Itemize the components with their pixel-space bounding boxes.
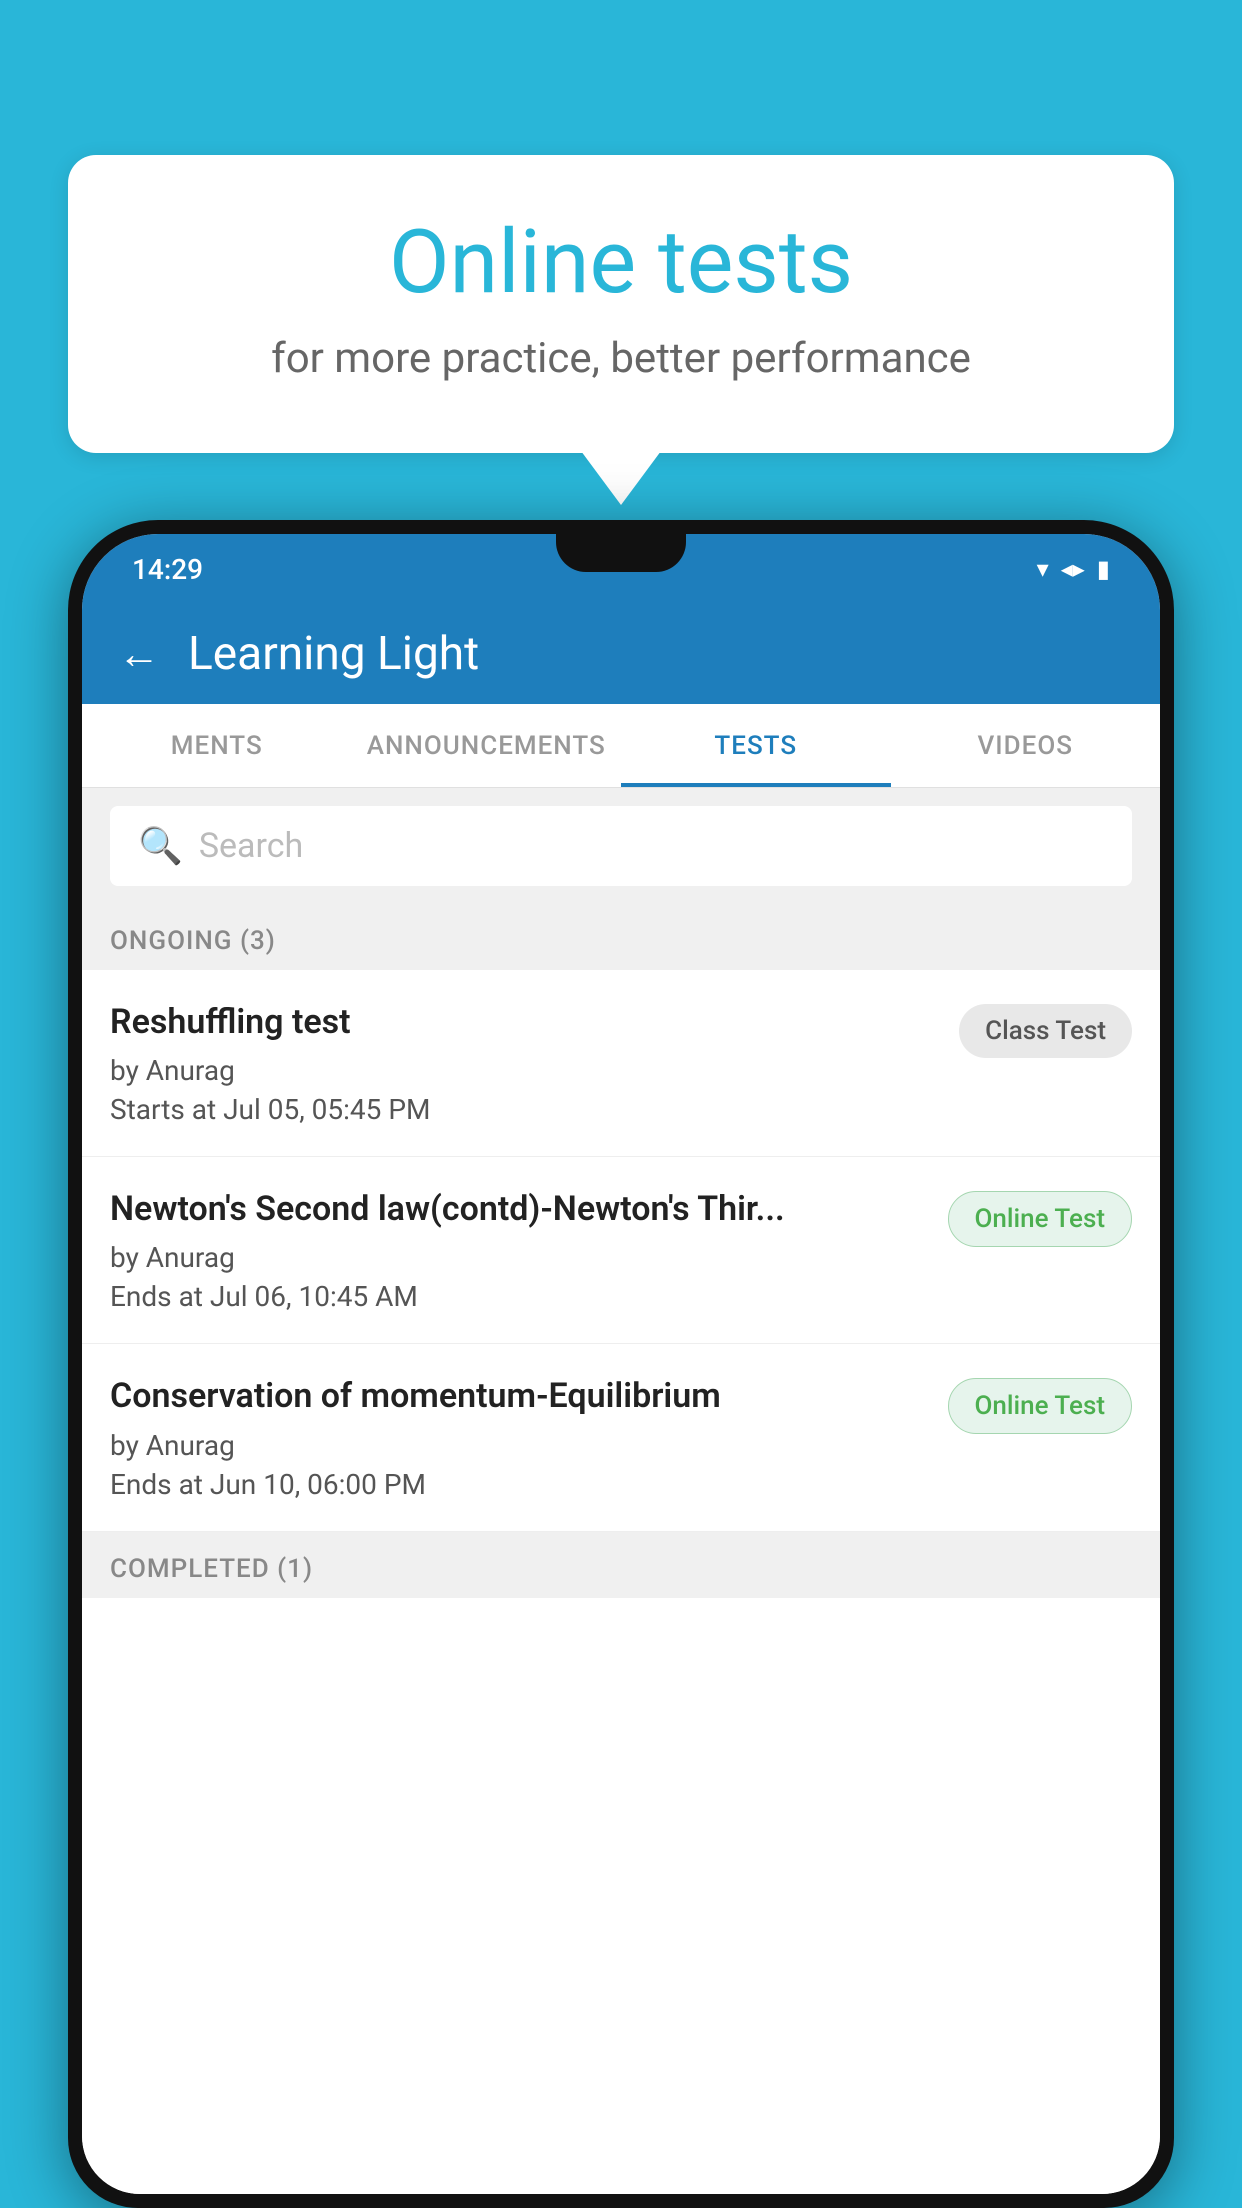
- test-time-1: Starts at Jul 05, 05:45 PM: [110, 1093, 943, 1126]
- app-bar: ← Learning Light: [82, 604, 1160, 704]
- app-title: Learning Light: [188, 627, 479, 681]
- test-info-1: Reshuffling test by Anurag Starts at Jul…: [110, 1000, 943, 1126]
- test-name-3: Conservation of momentum-Equilibrium: [110, 1374, 932, 1418]
- test-info-2: Newton's Second law(contd)-Newton's Thir…: [110, 1187, 932, 1313]
- test-time-2: Ends at Jul 06, 10:45 AM: [110, 1280, 932, 1313]
- tab-announcements[interactable]: ANNOUNCEMENTS: [352, 704, 622, 787]
- notch: [556, 534, 686, 572]
- ongoing-section-header: ONGOING (3): [82, 904, 1160, 970]
- bubble-title: Online tests: [128, 215, 1114, 312]
- speech-bubble: Online tests for more practice, better p…: [68, 155, 1174, 453]
- wifi-icon: ▾: [1037, 555, 1049, 583]
- test-info-3: Conservation of momentum-Equilibrium by …: [110, 1374, 932, 1500]
- back-button[interactable]: ←: [118, 630, 160, 679]
- search-input[interactable]: Search: [199, 826, 303, 866]
- test-list: Reshuffling test by Anurag Starts at Jul…: [82, 970, 1160, 2194]
- completed-section-header: COMPLETED (1): [82, 1532, 1160, 1598]
- test-name-1: Reshuffling test: [110, 1000, 943, 1044]
- test-time-3: Ends at Jun 10, 06:00 PM: [110, 1468, 932, 1501]
- bubble-subtitle: for more practice, better performance: [128, 334, 1114, 383]
- signal-icon: ◂▸: [1061, 555, 1085, 583]
- test-item-1[interactable]: Reshuffling test by Anurag Starts at Jul…: [82, 970, 1160, 1157]
- search-icon: 🔍: [138, 825, 183, 867]
- tab-tests[interactable]: TESTS: [621, 704, 891, 787]
- test-item-2[interactable]: Newton's Second law(contd)-Newton's Thir…: [82, 1157, 1160, 1344]
- test-badge-3: Online Test: [948, 1378, 1133, 1434]
- tabs-bar: MENTS ANNOUNCEMENTS TESTS VIDEOS: [82, 704, 1160, 788]
- test-author-2: by Anurag: [110, 1241, 932, 1274]
- search-container: 🔍 Search: [82, 788, 1160, 904]
- test-badge-1: Class Test: [959, 1004, 1132, 1058]
- test-author-1: by Anurag: [110, 1054, 943, 1087]
- status-bar: 14:29 ▾ ◂▸ ▮: [82, 534, 1160, 604]
- test-name-2: Newton's Second law(contd)-Newton's Thir…: [110, 1187, 932, 1231]
- test-badge-2: Online Test: [948, 1191, 1133, 1247]
- tab-videos[interactable]: VIDEOS: [891, 704, 1161, 787]
- test-item-3[interactable]: Conservation of momentum-Equilibrium by …: [82, 1344, 1160, 1531]
- tab-ments[interactable]: MENTS: [82, 704, 352, 787]
- phone-screen: 14:29 ▾ ◂▸ ▮ ← Learning Light MENTS ANNO…: [82, 534, 1160, 2194]
- search-bar[interactable]: 🔍 Search: [110, 806, 1132, 886]
- status-time: 14:29: [132, 553, 203, 586]
- phone-frame: 14:29 ▾ ◂▸ ▮ ← Learning Light MENTS ANNO…: [68, 520, 1174, 2208]
- status-icons: ▾ ◂▸ ▮: [1037, 555, 1110, 583]
- battery-icon: ▮: [1097, 555, 1110, 583]
- test-author-3: by Anurag: [110, 1429, 932, 1462]
